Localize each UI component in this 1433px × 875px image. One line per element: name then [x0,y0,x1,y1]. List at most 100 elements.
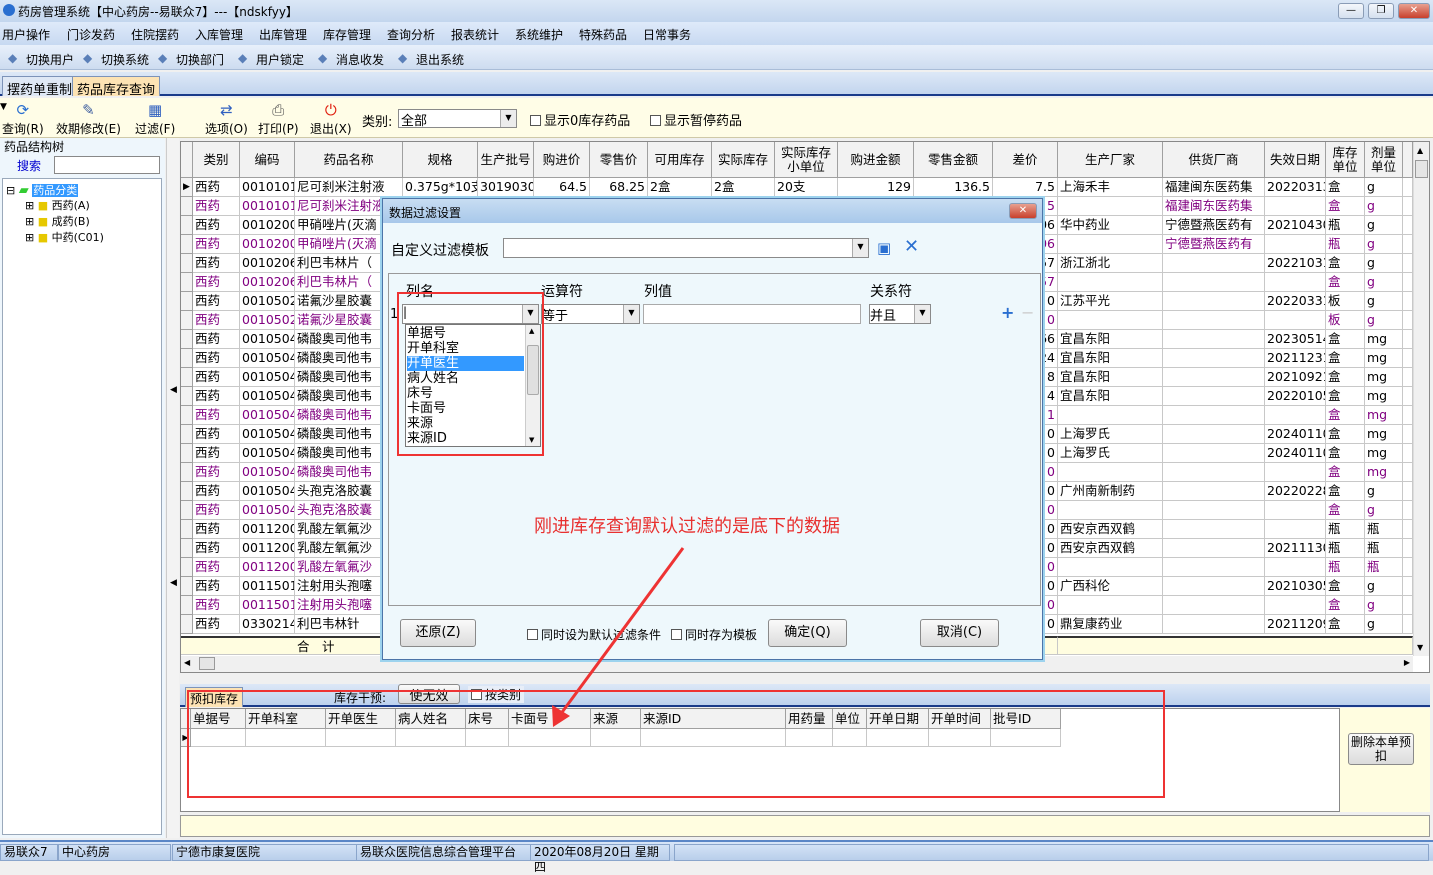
grid-cell[interactable]: 宜昌东阳 [1058,387,1163,406]
grid-cell[interactable]: 0010504 [240,425,295,444]
dropdown-option[interactable]: 单据号 [407,326,524,341]
grid-cell[interactable]: 盒 [1326,178,1365,197]
grid-cell[interactable] [396,729,466,747]
column-header[interactable]: 开单日期 [867,709,929,729]
scroll-thumb[interactable] [199,657,215,670]
row-selector[interactable] [181,558,193,577]
tab-reserved-stock[interactable]: 预扣库存 [185,687,244,707]
toolbar-button-5[interactable]: ⏻ 退出(X) [310,102,352,137]
grid-cell[interactable]: 0.375g*10支 [403,178,478,197]
scroll-down-icon[interactable]: ▼ [1417,643,1423,652]
grid-cell[interactable]: 西安京西双鹤 [1058,539,1163,558]
grid-cell[interactable]: 136.5 [914,178,993,197]
row-selector[interactable] [181,463,193,482]
vertical-scrollbar[interactable]: ▲ ▼ [1413,142,1429,656]
grid-cell[interactable]: 20211209 [1265,615,1326,634]
grid-cell[interactable]: 瓶 [1365,520,1403,539]
grid-cell[interactable]: 板 [1326,292,1365,311]
grid-cell[interactable]: 20240110 [1265,425,1326,444]
grid-cell[interactable]: 盒 [1326,406,1365,425]
grid-cell[interactable] [1265,596,1326,615]
grid-cell[interactable]: 瓶 [1326,520,1365,539]
grid-cell[interactable] [1163,539,1265,558]
menu-item[interactable]: 出库管理 [259,26,307,43]
grid-cell[interactable]: 0010200 [240,235,295,254]
column-header[interactable]: 实际库存 [712,142,775,178]
grid-cell[interactable]: g [1365,216,1403,235]
grid-cell[interactable]: 尼可刹米注射液 [295,178,403,197]
show-paused-checkbox[interactable]: 显示暂停药品 [650,110,742,129]
grid-cell[interactable] [1265,501,1326,520]
cancel-button[interactable]: 取消(C) [920,619,999,647]
grid-cell[interactable]: 盒 [1326,444,1365,463]
column-header[interactable]: 规格 [403,142,478,178]
grid-cell[interactable]: 盒 [1326,273,1365,292]
grid-cell[interactable]: 盒 [1326,349,1365,368]
toolbar-button-1[interactable]: ✎ 效期修改(E) [56,102,121,137]
tree-node-western[interactable]: ⊞ ■ 西药(A) [25,197,90,213]
grid-cell[interactable]: 0010200 [240,216,295,235]
grid-cell[interactable]: 20211130 [1265,539,1326,558]
menu-item[interactable]: 特殊药品 [579,26,627,43]
grid-cell[interactable]: 20支 [775,178,838,197]
grid-cell[interactable] [1058,596,1163,615]
grid-cell[interactable]: 2盒 [712,178,775,197]
row-selector[interactable] [181,368,193,387]
menu-item[interactable]: 库存管理 [323,26,371,43]
dialog-close-button[interactable]: ✕ [1009,203,1037,219]
grid-cell[interactable]: 20210921 [1265,368,1326,387]
grid-cell[interactable]: g [1365,178,1403,197]
column-header[interactable]: 失效日期 [1265,142,1326,178]
grid-cell[interactable] [1265,197,1326,216]
grid-cell[interactable]: 西药 [193,330,240,349]
column-header[interactable]: 购进金额 [838,142,914,178]
column-select[interactable]: | ▼ [402,304,539,324]
grid-cell[interactable]: 西药 [193,368,240,387]
grid-cell[interactable] [509,729,591,747]
grid-cell[interactable]: 瓶 [1326,216,1365,235]
grid-cell[interactable]: 30190301 [478,178,534,197]
grid-cell[interactable]: 20220228 [1265,482,1326,501]
grid-cell[interactable]: 上海罗氏 [1058,425,1163,444]
grid-cell[interactable] [1163,577,1265,596]
grid-cell[interactable]: 西药 [193,349,240,368]
toolbar-button[interactable]: 切换系统 [101,51,149,68]
grid-cell[interactable] [1265,406,1326,425]
scroll-left-icon[interactable]: ◀ [184,658,190,667]
grid-cell[interactable]: 宜昌东阳 [1058,349,1163,368]
set-default-checkbox[interactable]: 同时设为默认过滤条件 [527,626,661,643]
grid-cell[interactable] [1163,615,1265,634]
grid-cell[interactable]: 西药 [193,615,240,634]
row-selector[interactable] [181,482,193,501]
scroll-right-icon[interactable]: ▶ [1404,658,1410,667]
menu-item[interactable]: 报表统计 [451,26,499,43]
tab-reprint[interactable]: 摆药单重制 [2,76,78,98]
grid-cell[interactable]: 西药 [193,425,240,444]
column-header[interactable]: 生产厂家 [1058,142,1163,178]
row-selector[interactable] [181,235,193,254]
grid-cell[interactable]: mg [1365,406,1403,425]
grid-cell[interactable] [1058,406,1163,425]
grid-cell[interactable]: 瓶 [1365,558,1403,577]
scroll-thumb[interactable] [1415,160,1428,178]
grid-cell[interactable]: 0011501 [240,577,295,596]
menu-item[interactable]: 系统维护 [515,26,563,43]
dropdown-option[interactable]: 开单医生 [407,356,524,371]
grid-cell[interactable]: 0010502 [240,311,295,330]
grid-cell[interactable]: 0010504 [240,406,295,425]
grid-cell[interactable]: mg [1365,368,1403,387]
grid-cell[interactable]: 0010206 [240,254,295,273]
grid-cell[interactable]: 20211231 [1265,349,1326,368]
column-header[interactable]: 床号 [466,709,509,729]
grid-cell[interactable]: 盒 [1326,368,1365,387]
row-selector[interactable] [181,387,193,406]
column-header[interactable]: 卡面号 [509,709,591,729]
grid-cell[interactable]: 瓶 [1326,558,1365,577]
grid-cell[interactable]: 0010101 [240,178,295,197]
grid-cell[interactable] [1163,596,1265,615]
row-selector[interactable] [181,311,193,330]
dropdown-option[interactable]: 来源ID [407,431,524,446]
column-header[interactable]: 库存 单位 [1326,142,1365,178]
row-selector[interactable]: ▶ [181,729,191,747]
dropdown-scrollbar[interactable]: ▲ ▼ [525,325,540,446]
